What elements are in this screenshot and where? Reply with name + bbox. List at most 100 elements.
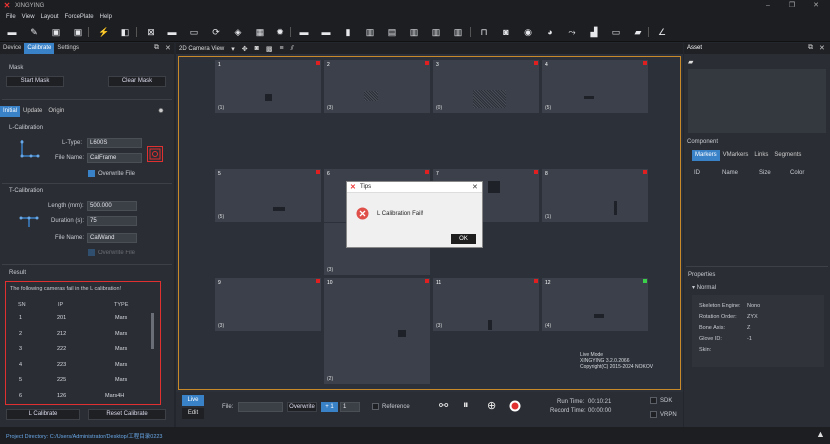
table-row[interactable]: 3 222 Mars [9, 342, 159, 358]
layout-5-icon[interactable]: ▤ [386, 26, 398, 38]
layout-6-icon[interactable]: ▥ [408, 26, 420, 38]
layout-8-icon[interactable]: ▥ [452, 26, 464, 38]
tcal-filename-input[interactable]: CalWand [87, 233, 137, 243]
grid-view-icon[interactable]: ▩ [266, 45, 273, 53]
close-panel-icon[interactable]: ✕ [165, 44, 171, 52]
grid-icon[interactable]: ▦ [254, 26, 266, 38]
layout-1-icon[interactable]: ▬ [298, 26, 310, 38]
settings-icon[interactable]: ✹ [274, 26, 286, 38]
reset-calibrate-button[interactable]: Reset Calibrate [88, 409, 166, 420]
axis-icon[interactable]: ∠ [656, 26, 668, 38]
tab-markers[interactable]: Markers [692, 150, 720, 161]
refresh-icon[interactable]: ⟳ [210, 26, 222, 38]
increment-spinner[interactable]: 1 [340, 402, 360, 412]
layout-4-icon[interactable]: ▥ [364, 26, 376, 38]
camera-tile-12[interactable]: 12 (4) [541, 277, 649, 332]
float-panel-icon[interactable]: ⧉ [808, 44, 813, 52]
open-folder-icon[interactable]: ▬ [6, 26, 18, 38]
camera-tile-9[interactable]: 9 (3) [214, 277, 322, 332]
tab-calibrate[interactable]: Calibrate [24, 43, 55, 54]
increment-button[interactable]: + 1 [321, 402, 338, 412]
layout-2-icon[interactable]: ▬ [320, 26, 332, 38]
gear-icon[interactable]: ✹ [158, 107, 164, 115]
asset-list[interactable] [688, 69, 826, 133]
camera-tile-5[interactable]: 5 (5) [214, 168, 322, 223]
camera-icon[interactable]: ◙ [500, 26, 512, 38]
import-frame-icon[interactable] [149, 148, 161, 160]
device-icon[interactable]: ◧ [119, 26, 131, 38]
lcal-filename-input[interactable]: CalFrame [87, 153, 142, 163]
list-view-icon[interactable]: ≡ [280, 45, 284, 52]
asset-folder-icon[interactable]: ▰ [688, 58, 693, 66]
folder-icon[interactable]: ▰ [632, 26, 644, 38]
monitor-icon[interactable]: ▭ [188, 26, 200, 38]
layout-7-icon[interactable]: ▥ [430, 26, 442, 38]
subtab-initial[interactable]: Initial [0, 106, 21, 117]
vrpn-checkbox[interactable] [650, 411, 657, 418]
subtab-origin[interactable]: Origin [45, 106, 67, 117]
gauge-icon[interactable]: ◕ [544, 26, 556, 38]
menu-help[interactable]: Help [100, 14, 112, 20]
camera-tile-10[interactable]: 10 (2) [323, 277, 431, 385]
table-row[interactable]: 4 223 Mars [9, 358, 159, 374]
duration-input[interactable]: 75 [87, 216, 137, 226]
record-button-icon[interactable] [509, 400, 521, 412]
notification-bell-icon[interactable]: ▲ [816, 429, 825, 439]
chart-icon[interactable]: ▟ [588, 26, 600, 38]
layers-icon[interactable]: ◈ [232, 26, 244, 38]
camera-tile-2[interactable]: 2 (3) [323, 59, 431, 114]
chevron-down-icon[interactable]: ▾ [231, 45, 235, 53]
camera-tile-8[interactable]: 8 (1) [541, 168, 649, 223]
save-as-icon[interactable]: ▣ [72, 26, 84, 38]
snapshot-icon[interactable]: ◙ [255, 45, 259, 52]
menu-forceplate[interactable]: ForcePlate [65, 14, 94, 20]
live-button[interactable]: Live [182, 395, 204, 406]
save-icon[interactable]: ▣ [50, 26, 62, 38]
filter-icon[interactable]: ⫽ [291, 45, 294, 53]
close-icon[interactable]: ✕ [806, 0, 826, 12]
result-scrollbar[interactable] [151, 313, 154, 349]
lcal-overwrite-checkbox[interactable] [88, 170, 95, 177]
start-mask-button[interactable]: Start Mask [6, 76, 64, 87]
edit-icon[interactable]: ✎ [28, 26, 40, 38]
camera-tile-3[interactable]: 3 (0) [432, 59, 540, 114]
sdk-checkbox[interactable] [650, 397, 657, 404]
length-input[interactable]: 500.000 [87, 201, 137, 211]
tab-segments[interactable]: Segments [771, 150, 804, 161]
layout-3-icon[interactable]: ▮ [342, 26, 354, 38]
menu-view[interactable]: View [22, 14, 35, 20]
wand-icon[interactable]: ⚡ [98, 26, 110, 38]
dialog-close-icon[interactable]: ✕ [472, 183, 478, 191]
tab-links[interactable]: Links [751, 150, 771, 161]
pin-icon[interactable]: ⊓ [478, 26, 490, 38]
clear-mask-button[interactable]: Clear Mask [108, 76, 166, 87]
tab-vmarkers[interactable]: VMarkers [720, 150, 752, 161]
ok-button[interactable]: OK [451, 234, 476, 244]
table-row[interactable]: 6 126 Mars4H [9, 389, 159, 405]
ltype-select[interactable]: L600S [87, 138, 142, 148]
tcal-overwrite-checkbox[interactable] [88, 249, 95, 256]
maximize-icon[interactable]: ❐ [782, 0, 802, 12]
link-icon[interactable]: ⚯ [439, 399, 448, 412]
l-calibrate-button[interactable]: L Calibrate [6, 409, 80, 420]
table-row[interactable]: 5 225 Mars [9, 373, 159, 389]
tab-device[interactable]: Device [0, 43, 24, 54]
file-input[interactable] [238, 402, 283, 412]
close-panel-icon[interactable]: ✕ [819, 44, 825, 52]
tab-settings[interactable]: Settings [54, 43, 82, 54]
pause-icon[interactable]: ⏸ [463, 399, 469, 412]
minimize-icon[interactable]: – [758, 0, 778, 12]
menu-layout[interactable]: Layout [41, 14, 59, 20]
calibrate-icon[interactable]: ⊠ [145, 26, 157, 38]
record-icon[interactable]: ▬ [166, 26, 178, 38]
camera-tile-11[interactable]: 11 (3) [432, 277, 540, 332]
subtab-update[interactable]: Update [20, 106, 45, 117]
normal-section[interactable]: ▾ Normal [692, 284, 716, 291]
overwrite-button[interactable]: Overwrite [287, 402, 317, 412]
table-row[interactable]: 2 212 Mars [9, 327, 159, 343]
reference-checkbox[interactable] [372, 403, 379, 410]
crosshair-icon[interactable]: ✥ [242, 45, 248, 53]
target-icon[interactable]: ◉ [522, 26, 534, 38]
menu-file[interactable]: File [6, 14, 16, 20]
edit-button[interactable]: Edit [182, 408, 204, 419]
